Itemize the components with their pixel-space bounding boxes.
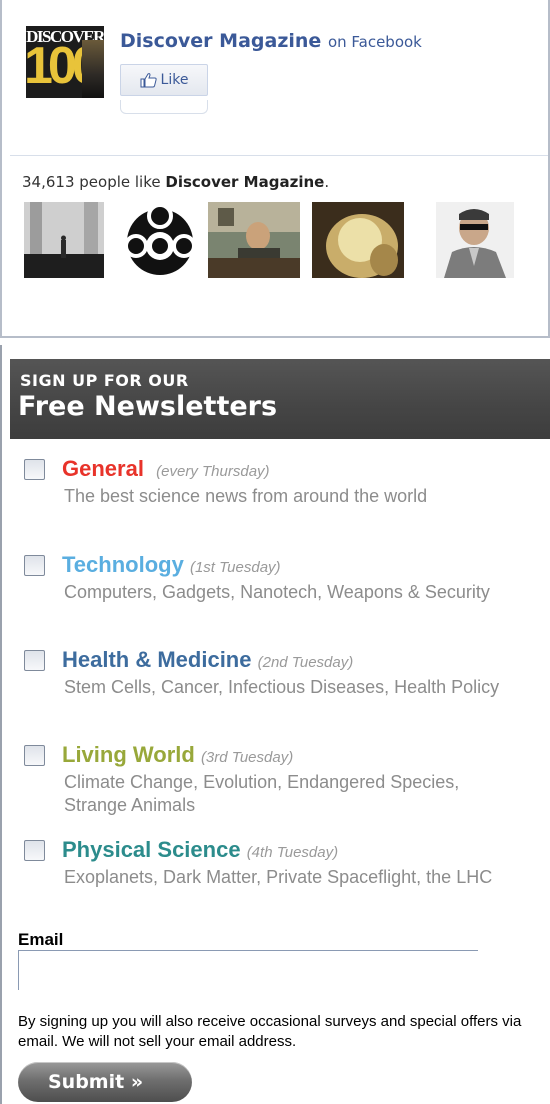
page-name-link[interactable]: Discover Magazine [120,30,321,52]
newsletter-header: SIGN UP FOR OUR Free Newsletters [10,359,550,439]
like-count-text: 34,613 people like Discover Magazine. [22,173,329,191]
option-title: Technology (1st Tuesday) [62,552,281,578]
physical-science-checkbox[interactable] [24,840,45,861]
option-schedule: (1st Tuesday) [189,559,281,576]
like-button[interactable]: Like [120,64,208,96]
divider [10,155,548,156]
signup-disclaimer: By signing up you will also receive occa… [18,1013,522,1050]
option-name: Technology [62,552,184,577]
option-title: Physical Science (4th Tuesday) [62,837,338,863]
option-name: General [62,456,144,481]
like-count: 34,613 [22,173,75,191]
facebook-box-border [0,336,550,338]
living-world-checkbox[interactable] [24,745,45,766]
fan-avatar-photo [436,202,514,278]
option-schedule: (2nd Tuesday) [257,654,354,671]
like-count-page: Discover Magazine [165,173,325,191]
fan-avatar-photo [208,202,300,278]
option-name: Physical Science [62,837,241,862]
like-count-label: people like [79,173,161,191]
like-button-label: Like [160,72,189,88]
fan-avatar-photo [24,202,104,278]
option-schedule: (3rd Tuesday) [200,749,294,766]
like-button-count-area [120,100,208,114]
option-description: Climate Change, Evolution, Endangered Sp… [64,772,460,815]
option-schedule: (4th Tuesday) [246,844,339,861]
email-field[interactable] [18,950,478,990]
like-count-period: . [324,173,330,191]
fan-avatar-photo [312,202,404,278]
option-name: Health & Medicine [62,647,252,672]
option-description: Computers, Gadgets, Nanotech, Weapons & … [64,582,490,602]
option-schedule: (every Thursday) [156,463,270,480]
fan-avatar[interactable] [208,202,300,278]
facebook-like-box: DISCOVER 100 Discover Magazine on Facebo… [0,0,550,338]
email-label: Email [18,930,64,949]
option-name: Living World [62,742,195,767]
option-description: The best science news from around the wo… [64,486,428,506]
page-title-suffix: on Facebook [327,33,422,51]
fan-avatar[interactable] [312,202,404,278]
fan-avatar[interactable] [436,202,514,278]
option-title: General (every Thursday) [62,456,270,482]
logo-cover-art [82,40,104,98]
submit-button[interactable]: Submit » [18,1062,192,1102]
newsletter-header-title: Free Newsletters [18,391,278,422]
page-title: Discover Magazine on Facebook [120,30,422,52]
general-checkbox[interactable] [24,459,45,480]
fan-avatar-logo [124,203,196,275]
option-description: Exoplanets, Dark Matter, Private Spacefl… [64,867,493,887]
fan-faces [24,202,524,288]
newsletter-header-small: SIGN UP FOR OUR [20,371,189,390]
option-title: Health & Medicine (2nd Tuesday) [62,647,353,673]
fan-avatar[interactable] [24,202,104,278]
fan-avatar[interactable] [122,202,198,278]
health-medicine-checkbox[interactable] [24,650,45,671]
discover-100-logo[interactable]: DISCOVER 100 [26,26,104,98]
technology-checkbox[interactable] [24,555,45,576]
option-description: Stem Cells, Cancer, Infectious Diseases,… [64,677,500,697]
thumbs-up-icon [140,73,157,88]
option-title: Living World (3rd Tuesday) [62,742,293,768]
